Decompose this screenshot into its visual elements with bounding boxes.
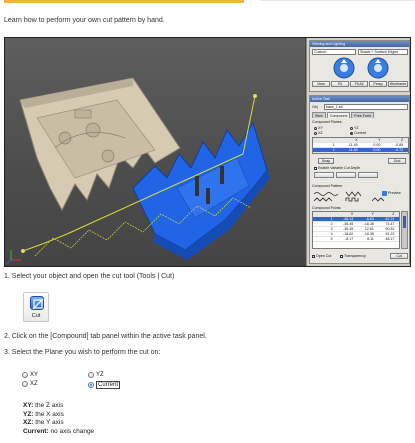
- variable-depth-checkbox[interactable]: Enable Variable Cut Depth: [314, 166, 360, 170]
- axis-notes: XY: the Z axis YZ: the X axis XZ: the Y …: [23, 402, 94, 436]
- radio-xz-circle: [22, 381, 28, 387]
- radio-xz[interactable]: XZ: [22, 381, 38, 387]
- axis-note-xy: XY: the Z axis: [23, 402, 64, 409]
- active-task-title: Active Task: [310, 96, 409, 102]
- view-mode-select[interactable]: Custom: [312, 49, 356, 55]
- tab-compound[interactable]: Compound: [326, 112, 351, 118]
- points-scrollbar[interactable]: [401, 211, 408, 249]
- radio-current[interactable]: Current: [88, 381, 121, 389]
- radio-xy[interactable]: XY: [22, 372, 38, 378]
- radio-yz-label: YZ: [96, 372, 104, 378]
- view-button-1[interactable]: View: [312, 81, 330, 87]
- view-button-2[interactable]: Fit: [331, 81, 349, 87]
- viewing-title: Viewing and Lighting: [310, 41, 409, 47]
- task-button-a[interactable]: [314, 172, 334, 178]
- axis-note-yz: YZ: the X axis: [23, 410, 64, 418]
- tab-free-form[interactable]: Free Form: [351, 112, 375, 118]
- view-button-4[interactable]: Persp: [369, 81, 387, 87]
- top-banner: [0, 0, 415, 6]
- axis-note-xz: XZ: the Y axis: [23, 419, 64, 426]
- grid-button[interactable]: Grid: [388, 158, 406, 164]
- plane-radio-group: XY YZ XZ Current: [22, 369, 172, 393]
- snap-button[interactable]: Snap: [318, 158, 334, 164]
- navigation-controls[interactable]: [328, 57, 394, 79]
- model-drawing: [6, 77, 270, 265]
- tab-slice[interactable]: Slice: [312, 112, 326, 118]
- transparency-checkbox[interactable]: Transparency: [340, 254, 366, 258]
- axis-triad: [6, 250, 21, 265]
- step-1: 1. Select your object and open the cut t…: [4, 273, 175, 280]
- axis-note-current: Current: no axis change: [23, 427, 95, 435]
- step-2: 2. Click on the [Compound] tab panel wit…: [4, 333, 207, 340]
- preview-label[interactable]: Preview: [388, 191, 401, 195]
- radio-xy-circle: [22, 372, 28, 378]
- points-label: Compound Points: [312, 206, 341, 210]
- plane-current-option[interactable]: Current: [350, 131, 366, 135]
- radio-current-circle: [88, 382, 94, 388]
- app-screenshot: Viewing and Lighting Custom Shade + Surf…: [4, 37, 411, 267]
- radio-xz-label: XZ: [30, 381, 38, 387]
- plane-yz-option[interactable]: YZ: [350, 126, 359, 130]
- plane-grid[interactable]: XYZ 1 -11.45 0.00 -0.85 2 11.45 0.00 -0.72: [312, 137, 409, 154]
- shade-mode-select[interactable]: Shade + Surface Edges: [358, 49, 408, 55]
- task-button-c[interactable]: [358, 172, 378, 178]
- viewing-panel: Viewing and Lighting Custom Shade + Surf…: [309, 40, 410, 92]
- radio-xy-label: XY: [30, 372, 39, 378]
- open-cut-checkbox[interactable]: Open Cut: [312, 254, 331, 258]
- accent-bar: [4, 0, 244, 3]
- top-divider: [260, 0, 415, 1]
- object-label: Obj: [312, 105, 318, 109]
- plane-xy-option[interactable]: XY: [314, 126, 323, 130]
- object-field[interactable]: base_1.stl: [324, 104, 408, 110]
- cut-apply-button[interactable]: Cut: [390, 253, 408, 259]
- cut-button-label: Cut: [31, 313, 41, 319]
- points-grid[interactable]: XYZ 1 -46.13 -6.63 87.21 2 -36.45 -18.36 74.47…: [312, 211, 400, 249]
- view-button-5[interactable]: Wireframe: [388, 81, 408, 87]
- radio-yz-circle: [88, 372, 94, 378]
- view-button-3[interactable]: Fit All: [350, 81, 368, 87]
- intro-text: Learn how to perform your own cut patter…: [4, 17, 165, 24]
- side-panel: Viewing and Lighting Custom Shade + Surf…: [306, 38, 410, 266]
- pattern-label: Compound Pattern: [312, 184, 343, 188]
- task-tabs: Slice Compound Free Form: [312, 112, 375, 118]
- active-task-panel: Active Task Obj base_1.stl Slice Compound…: [309, 95, 410, 264]
- cut-tool-button[interactable]: Cut: [23, 292, 49, 322]
- cut-icon: [30, 296, 44, 310]
- radio-yz[interactable]: YZ: [88, 372, 104, 378]
- step-3: 3. Select the Plane you wish to perform …: [4, 349, 161, 356]
- plane-xz-option[interactable]: XZ: [314, 131, 323, 135]
- 3d-viewport[interactable]: [5, 38, 305, 266]
- planes-label: Compound Planes: [312, 120, 342, 124]
- radio-current-label: Current: [96, 381, 121, 389]
- task-button-b[interactable]: [336, 172, 356, 178]
